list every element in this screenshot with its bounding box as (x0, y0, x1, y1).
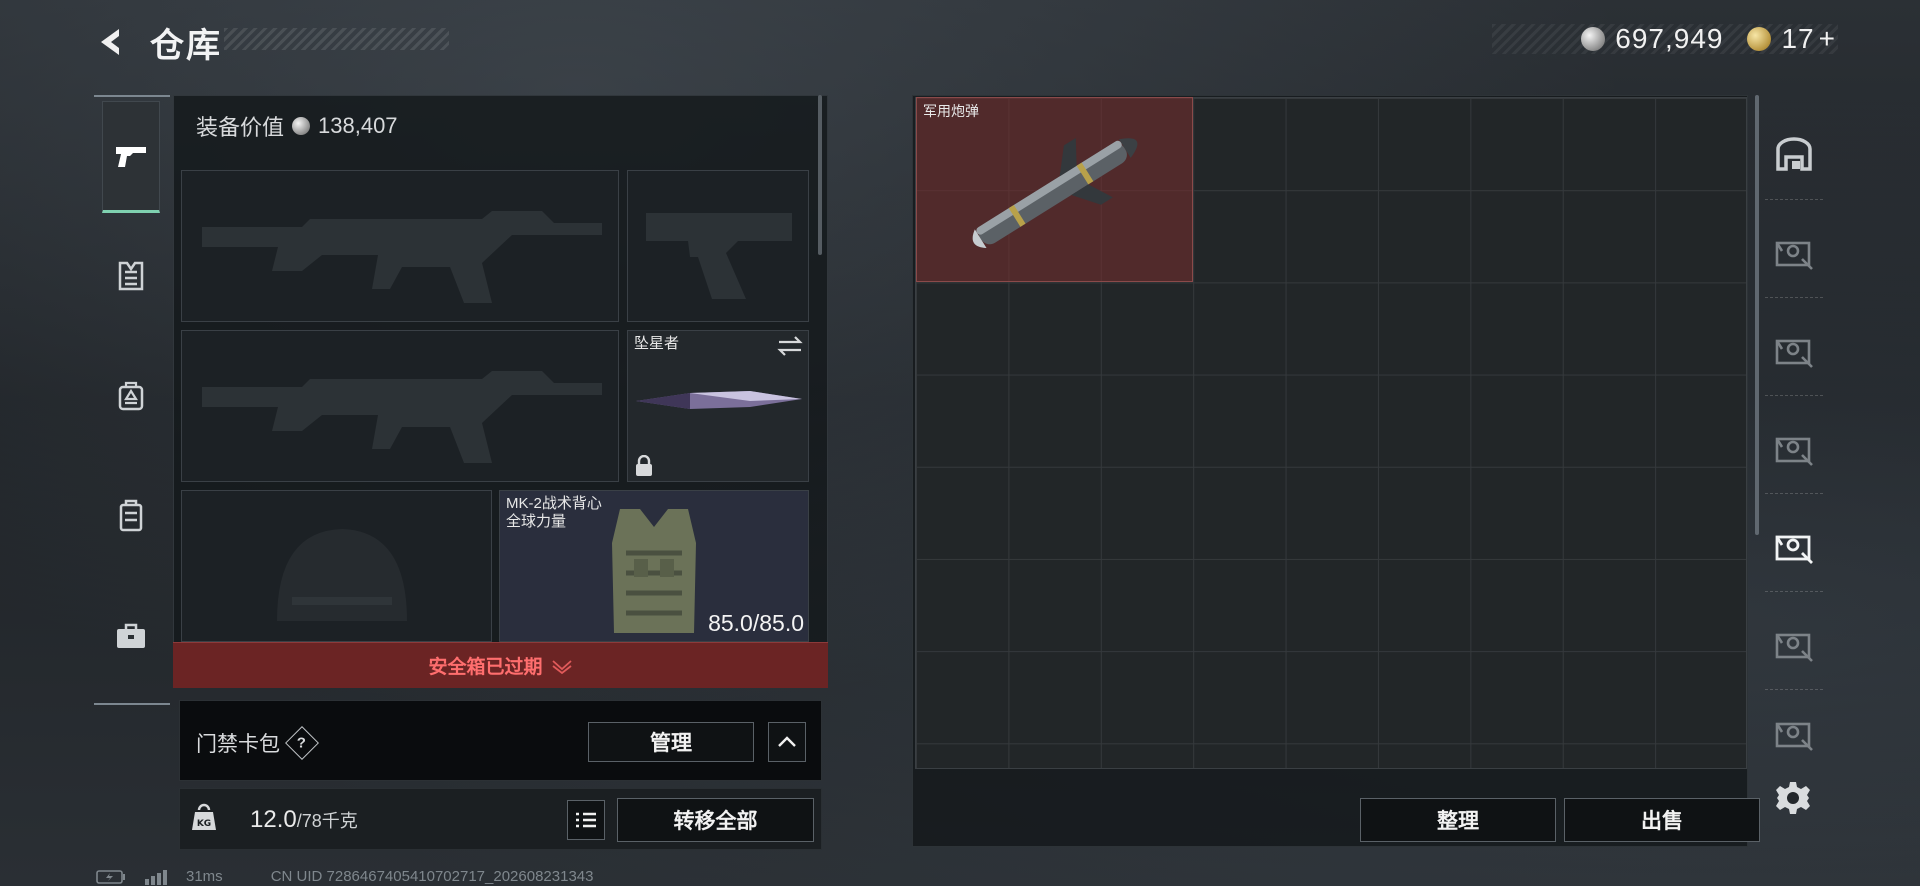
weight-icon: KG (190, 800, 218, 834)
tab-safe-box[interactable] (102, 607, 160, 665)
vest-name: MK-2战术背心 (506, 495, 602, 512)
page-title: 仓库 (150, 27, 222, 65)
equipment-value-amount: 138,407 (318, 113, 398, 138)
armor-tab-icon (118, 261, 144, 291)
chevron-up-icon (778, 736, 796, 747)
missile-image (972, 138, 1138, 249)
vest-brand: 全球力量 (506, 513, 567, 530)
chevron-down-icon (551, 659, 572, 674)
storage-page-icon (1775, 241, 1813, 270)
weight-max: /78千克 (296, 811, 358, 831)
safe-box-expired-bar[interactable]: 安全箱已过期 (173, 642, 828, 688)
settings-button[interactable] (1772, 777, 1814, 819)
back-button[interactable] (92, 20, 132, 64)
vest-label-group: MK-2战术背心 全球力量 (506, 495, 602, 531)
vest-durability: 85.0/85.0 (708, 610, 804, 636)
silver-amount: 697,949 (1615, 23, 1724, 54)
access-card-label: 门禁卡包 (196, 733, 280, 756)
storage-page-icon (1775, 722, 1813, 751)
storage-page-icon (1775, 633, 1813, 662)
weight-readout: 12.0/78千克 (250, 806, 358, 834)
primary-weapon-slot-1[interactable] (181, 170, 619, 322)
loadout-tab-column (94, 95, 170, 705)
manage-button[interactable]: 管理 (588, 722, 754, 762)
tab-armor[interactable] (102, 247, 160, 305)
home-storage-icon (1776, 136, 1812, 171)
settings-gear-icon (1776, 782, 1810, 814)
weight-current: 12.0 (250, 806, 297, 833)
helmet-slot[interactable] (181, 490, 492, 642)
sell-button[interactable]: 出售 (1564, 798, 1760, 842)
tab-weapons[interactable] (102, 101, 160, 213)
lock-icon (636, 455, 652, 476)
chest-rig-tab-icon (119, 499, 143, 532)
storage-page-3[interactable] (1765, 406, 1823, 494)
currency-bar: 697,949 17 + (1492, 23, 1838, 55)
vest-image (612, 509, 696, 633)
safe-box-status: 安全箱已过期 (428, 657, 543, 678)
battery-icon (96, 869, 125, 884)
backpack-tab-icon (118, 381, 144, 411)
body-armor-slot[interactable]: MK-2战术背心 全球力量 85.0/85.0 (499, 490, 809, 642)
primary-weapon-slot-2[interactable] (181, 330, 619, 482)
title-decoration (224, 28, 449, 50)
tab-chest-rig[interactable] (102, 487, 160, 545)
rifle-silhouette-icon (202, 211, 602, 303)
help-glyph: ? (297, 734, 307, 752)
sort-button[interactable]: 整理 (1360, 798, 1556, 842)
expand-card-button[interactable] (768, 722, 806, 762)
pistol-tab-icon (116, 147, 146, 167)
tab-backpack[interactable] (102, 367, 160, 425)
silver-coin-icon (292, 117, 311, 135)
storage-page-4-active[interactable] (1765, 504, 1823, 592)
storage-page-icon (1775, 437, 1813, 466)
ping-text: 31ms (186, 868, 223, 885)
status-line: 31ms CN UID 7286467405410702717_20260823… (96, 868, 593, 885)
storage-scrollbar[interactable] (1755, 95, 1759, 535)
signal-icon (145, 869, 167, 885)
silver-coin-icon (1581, 27, 1606, 51)
storage-page-2[interactable] (1765, 308, 1823, 396)
gold-amount: 17 (1781, 23, 1815, 54)
sidearm-slot[interactable] (627, 170, 809, 322)
helmet-silhouette-icon (277, 529, 407, 621)
storage-page-column (1765, 110, 1825, 770)
gold-plus[interactable]: + (1819, 23, 1836, 55)
storage-home-tab[interactable] (1765, 110, 1823, 200)
storage-item-military-shell[interactable]: 军用炮弹 (916, 97, 1193, 282)
loadout-scrollbar[interactable] (818, 95, 822, 255)
swap-icon[interactable] (776, 335, 804, 357)
rifle-silhouette-icon (202, 371, 602, 463)
svg-text:KG: KG (197, 819, 211, 829)
melee-name: 坠星者 (634, 335, 680, 352)
equipment-value: 装备价值 138,407 (196, 110, 398, 142)
storage-page-6[interactable] (1765, 700, 1823, 770)
pistol-silhouette-icon (646, 213, 792, 299)
storage-page-1[interactable] (1765, 210, 1823, 298)
back-arrow-icon (101, 29, 119, 55)
list-view-button[interactable] (567, 800, 605, 840)
equipment-value-label: 装备价值 (196, 115, 285, 140)
uid-text: CN UID 7286467405410702717_202608231343 (270, 868, 594, 885)
storage-page-icon (1775, 535, 1813, 564)
briefcase-tab-icon (117, 623, 145, 648)
storage-page-5[interactable] (1765, 602, 1823, 690)
access-card-label-group: 门禁卡包 ? (196, 726, 319, 760)
gold-coin-icon (1747, 27, 1772, 51)
knife-image (636, 391, 802, 409)
melee-slot[interactable]: 坠星者 (627, 330, 809, 482)
help-icon[interactable]: ? (285, 726, 319, 760)
list-icon (576, 812, 596, 828)
storage-page-icon (1775, 339, 1813, 368)
transfer-all-button[interactable]: 转移全部 (617, 798, 814, 842)
